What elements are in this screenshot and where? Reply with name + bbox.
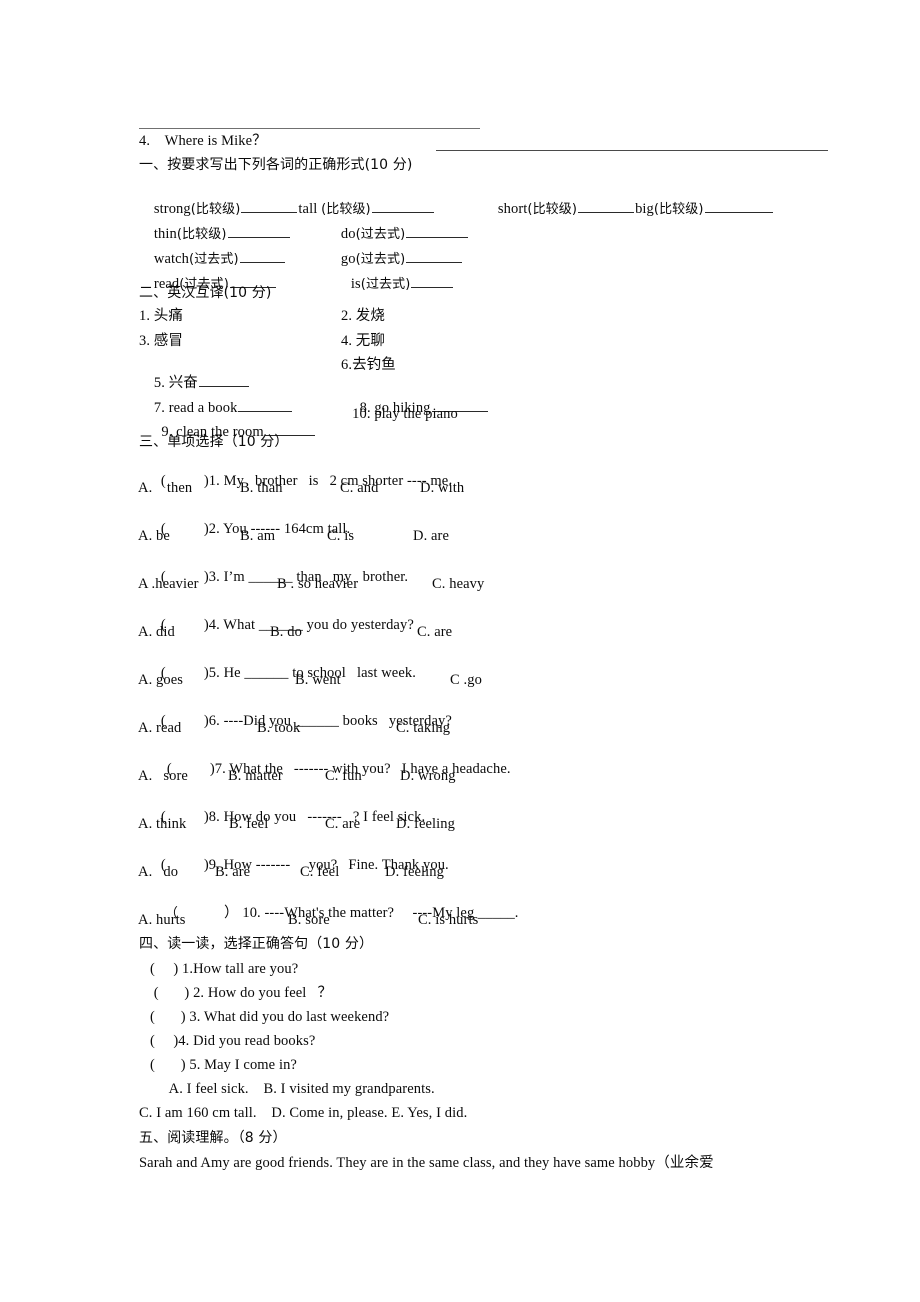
match-question[interactable]: ( ) 1.How tall are you? [150, 961, 298, 978]
mc-option[interactable]: B . so heavier [277, 576, 358, 593]
mc-option[interactable]: B. matter [228, 768, 283, 785]
mc-option[interactable]: B. do [270, 624, 302, 641]
mc-option[interactable]: C. fun [325, 768, 362, 785]
mc-option[interactable]: B. went [295, 672, 341, 689]
mc-option[interactable]: B. am [240, 528, 275, 545]
section-1-row: short(比较级) big(比较级) [483, 183, 774, 235]
mc-question: ()5. He ______ to school last week. [160, 665, 416, 681]
match-question[interactable]: ( ) 3. What did you do last weekend? [150, 1009, 389, 1026]
mc-option[interactable]: A .heavier [138, 576, 199, 593]
mc-option[interactable]: C. is [327, 528, 354, 545]
mc-option[interactable]: A. be [138, 528, 170, 545]
answer-rule-right [436, 150, 828, 151]
word-item: short(比较级) [498, 201, 635, 217]
mc-option[interactable]: C. feel [300, 864, 339, 881]
translate-item: 4. 无聊 [341, 333, 385, 349]
mc-option[interactable]: C .go [450, 672, 482, 689]
section-3-heading: 三、单项选择（10 分） [139, 434, 289, 450]
mc-option[interactable]: C. is hurts [418, 912, 478, 929]
mc-option[interactable]: C. are [417, 624, 452, 641]
mc-option[interactable]: D. are [413, 528, 449, 545]
mc-option[interactable]: B. feel [229, 816, 268, 833]
mc-option[interactable]: A. sore [138, 768, 188, 785]
section-4-heading: 四、读一读，选择正确答句（10 分） [139, 936, 374, 952]
translate-item: 6.去钓鱼 [341, 357, 396, 373]
mc-option[interactable]: A. hurts [138, 912, 186, 929]
translate-item: 3. 感冒 [139, 333, 183, 349]
mc-option[interactable]: A. did [138, 624, 175, 641]
mc-option[interactable]: B. sore [288, 912, 330, 929]
mc-option[interactable]: A. read [138, 720, 181, 737]
mc-option[interactable]: A. do [138, 864, 178, 881]
mc-option[interactable]: C. and [340, 480, 378, 497]
translate-item: 10. play the piano [341, 406, 458, 422]
mc-option[interactable]: A. then [138, 480, 192, 497]
match-question[interactable]: ( )4. Did you read books? [150, 1033, 315, 1050]
mc-option[interactable]: A. think [138, 816, 186, 833]
section-5-heading: 五、阅读理解。（8 分） [139, 1130, 287, 1146]
mc-option[interactable]: A. goes [138, 672, 183, 689]
answer-rule-top [139, 128, 480, 129]
reading-passage: Sarah and Amy are good friends. They are… [139, 1155, 714, 1171]
section-2-heading: 二、英汉互译(10 分) [139, 285, 272, 301]
translate-item: 1. 头痛 [139, 308, 183, 324]
mc-option[interactable]: B. took [257, 720, 300, 737]
section-1-row: read(过去式) [139, 258, 277, 310]
mc-option[interactable]: B. are [215, 864, 250, 881]
mc-option[interactable]: D. wrong [400, 768, 456, 785]
match-answer-bank-line: A. I feel sick. B. I visited my grandpar… [162, 1081, 435, 1097]
section-1-heading: 一、按要求写出下列各词的正确形式(10 分) [139, 157, 413, 173]
mc-option[interactable]: B. than [240, 480, 283, 497]
word-item: big(比较级) [635, 201, 774, 217]
carryover-question-4: 4. Where is Mike？ [139, 133, 267, 149]
match-answer-bank-line: C. I am 160 cm tall. D. Come in, please.… [139, 1105, 468, 1121]
mc-option[interactable]: D. feeling [385, 864, 444, 881]
match-question[interactable]: ( ) 5. May I come in? [150, 1057, 297, 1074]
mc-option[interactable]: D. feeling [396, 816, 455, 833]
exam-page: 4. Where is Mike？ 一、按要求写出下列各词的正确形式(10 分)… [0, 0, 920, 1302]
word-item: is(过去式) [351, 276, 455, 292]
mc-option[interactable]: D. with [420, 480, 464, 497]
mc-option[interactable]: C. heavy [432, 576, 484, 593]
translate-item: 2. 发烧 [341, 308, 385, 324]
mc-option[interactable]: C. are [325, 816, 360, 833]
mc-question: ()8. How do you ------- ? I feel sick. [160, 809, 426, 825]
section-1-row: is(过去式) [336, 258, 454, 310]
mc-option[interactable]: C. taking [396, 720, 450, 737]
match-question[interactable]: ( ) 2. How do you feel ？ [150, 985, 332, 1002]
